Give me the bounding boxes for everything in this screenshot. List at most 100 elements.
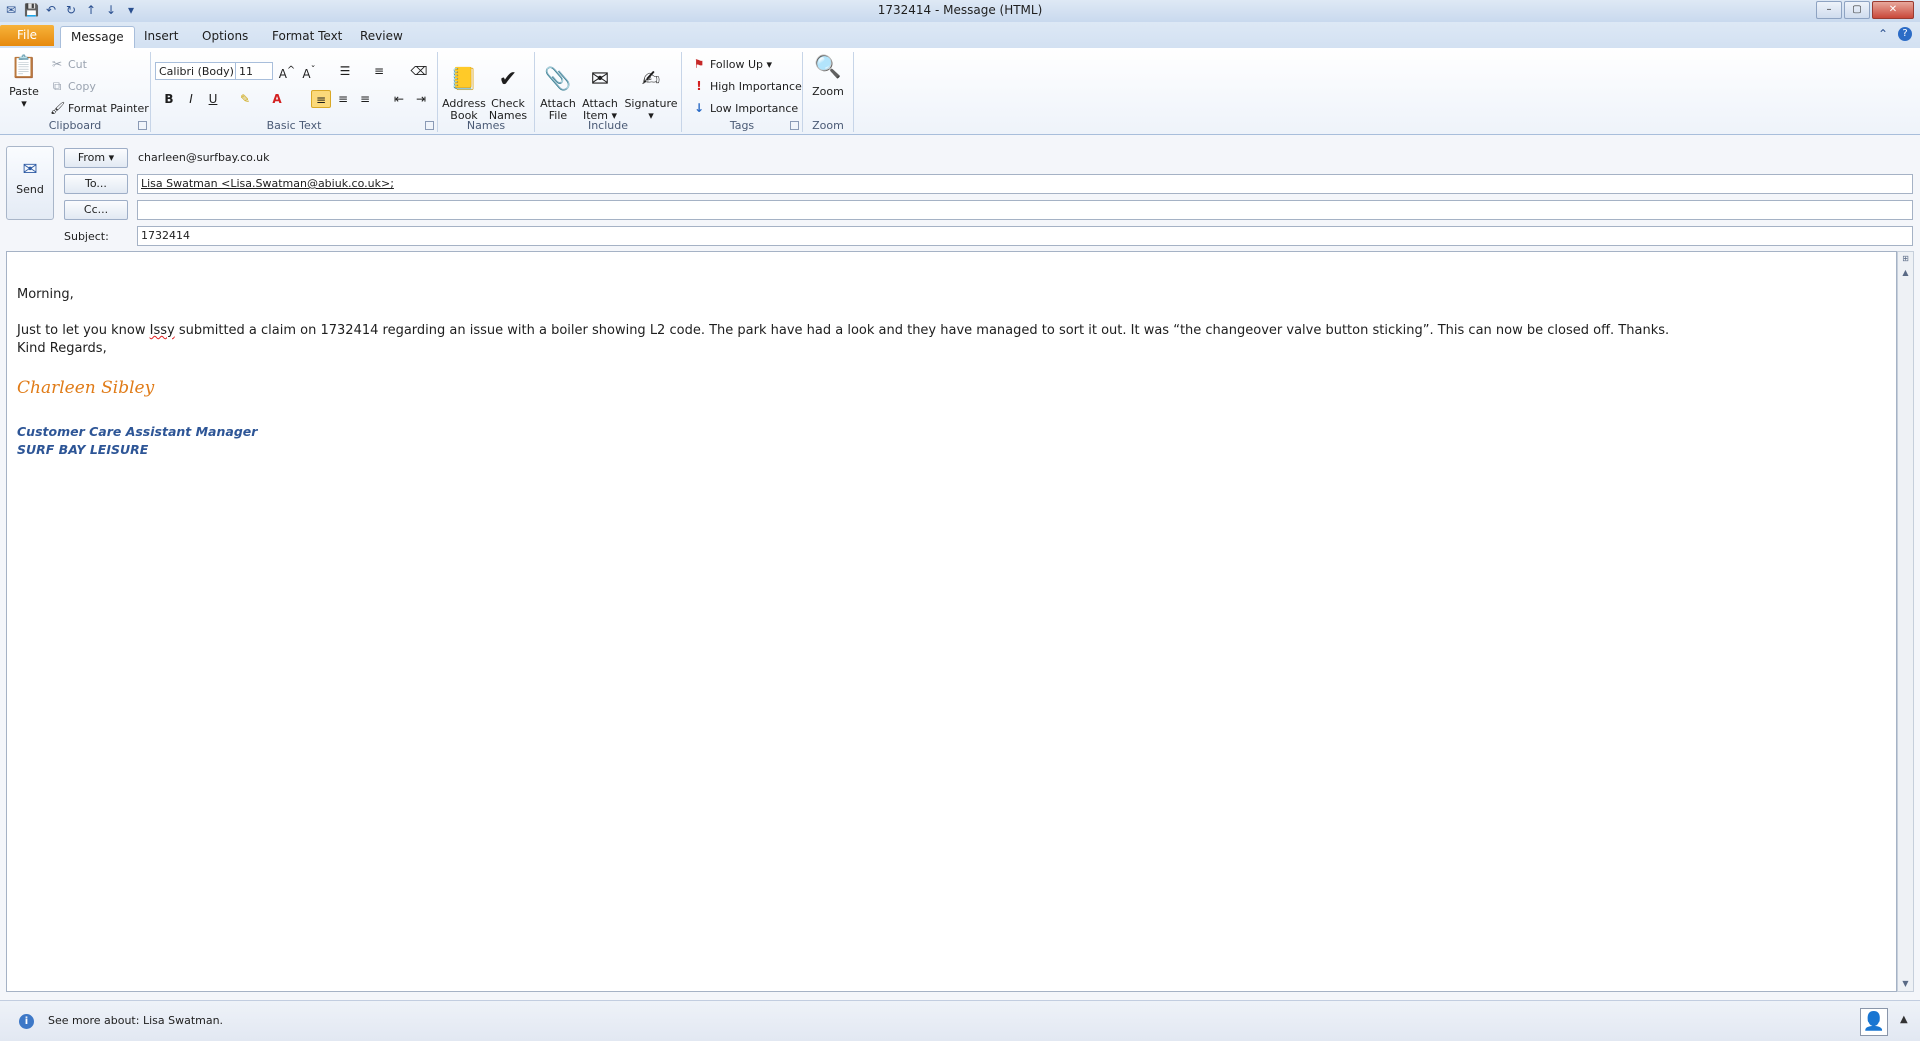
cc-field[interactable] [137, 200, 1913, 220]
group-names: 📒 Address Book ✔ Check Names Names [438, 52, 535, 132]
paintbrush-icon: 🖌 [50, 101, 66, 115]
close-button[interactable]: ✕ [1872, 1, 1914, 19]
font-name-dropdown[interactable]: Calibri (Body) [155, 62, 239, 80]
recipient-chip[interactable]: Lisa Swatman <Lisa.Swatman@abiuk.co.uk>; [141, 177, 394, 190]
group-label-names: Names [466, 119, 506, 132]
from-button[interactable]: From ▾ [64, 148, 128, 168]
group-label-zoom: Zoom [812, 119, 844, 132]
underline-button[interactable]: U [203, 90, 223, 108]
group-label-include: Include [587, 119, 629, 132]
maximize-button[interactable]: ▢ [1844, 1, 1870, 19]
info-icon: i [19, 1014, 34, 1029]
closing-text: Kind Regards, [17, 341, 107, 356]
address-book-button[interactable]: 📒 Address Book [442, 54, 486, 122]
italic-button[interactable]: I [181, 90, 201, 108]
message-body[interactable]: Morning, Just to let you know Issy submi… [6, 251, 1897, 992]
bullets-icon[interactable]: ☰ [335, 62, 355, 80]
minimize-ribbon-icon[interactable]: ⌃ [1878, 27, 1888, 41]
signature-name: Charleen Sibley [17, 378, 155, 398]
paperclip-icon: 📎 [544, 67, 572, 92]
scissors-icon: ✂ [51, 57, 63, 71]
highlight-icon[interactable]: ✎ [235, 90, 255, 108]
window-title: 1732414 - Message (HTML) [877, 3, 1043, 17]
copy-button[interactable]: ⧉ Copy [50, 78, 96, 94]
send-icon: ✉ [22, 159, 38, 180]
align-right-icon[interactable]: ≡ [355, 90, 375, 108]
minimize-button[interactable]: – [1816, 1, 1842, 19]
body-paragraph: Just to let you know Issy submitted a cl… [17, 323, 1670, 338]
tab-review[interactable]: Review [350, 26, 413, 46]
align-left-icon[interactable]: ≡ [311, 90, 331, 108]
paste-button[interactable]: 📋 Paste ▾ [6, 54, 42, 110]
signature-icon: ✍ [641, 67, 661, 92]
group-zoom: 🔍 Zoom Zoom [803, 52, 854, 132]
greeting-text: Morning, [17, 287, 74, 302]
ribbon: 📋 Paste ▾ ✂ Cut ⧉ Copy 🖌 Format Painter Clip… [0, 48, 1920, 135]
font-color-icon[interactable]: A [267, 90, 287, 108]
align-center-icon[interactable]: ≡ [333, 90, 353, 108]
copy-icon: ⧉ [52, 79, 62, 93]
address-book-icon: 📒 [450, 67, 478, 92]
dialog-launcher-icon[interactable] [425, 121, 434, 130]
from-value: charleen@surfbay.co.uk [138, 151, 270, 164]
clear-formatting-icon[interactable]: ⌫ [409, 62, 429, 80]
group-label-clipboard: Clipboard [48, 119, 102, 132]
people-pane-bar: i See more about: Lisa Swatman. 👤 ▲ [0, 1000, 1920, 1041]
send-button[interactable]: ✉ Send [6, 146, 54, 220]
tab-file[interactable]: File [0, 25, 54, 46]
subject-label: Subject: [64, 230, 109, 243]
down-arrow-icon: ↓ [693, 101, 705, 115]
high-importance-button[interactable]: ! High Importance [692, 78, 802, 94]
font-size-dropdown[interactable]: 11 [235, 62, 273, 80]
tab-format-text[interactable]: Format Text [262, 26, 352, 46]
ribbon-tabs: File Message Insert Options Format Text … [0, 22, 1920, 48]
follow-up-button[interactable]: ⚑ Follow Up ▾ [692, 56, 772, 72]
numbering-icon[interactable]: ≡ [369, 62, 389, 80]
group-label-tags: Tags [729, 119, 755, 132]
bold-button[interactable]: B [159, 90, 179, 108]
group-include: 📎 Attach File ✉ Attach Item ▾ ✍ Signature ▾… [535, 52, 682, 132]
grow-font-icon[interactable]: A^ [277, 62, 297, 81]
tab-options[interactable]: Options [192, 26, 258, 46]
ruler-toggle-icon[interactable]: ⊞ [1898, 252, 1913, 266]
title-bar: ✉ 💾 ↶ ↻ ↑ ↓ ▾ 1732414 - Message (HTML) –… [0, 0, 1920, 23]
dialog-launcher-icon[interactable] [138, 121, 147, 130]
format-painter-button[interactable]: 🖌 Format Painter [50, 100, 149, 116]
dialog-launcher-icon[interactable] [790, 121, 799, 130]
tab-insert[interactable]: Insert [134, 26, 188, 46]
subject-field[interactable]: 1732414 [137, 226, 1913, 246]
help-icon[interactable]: ? [1898, 27, 1912, 41]
group-label-basic-text: Basic Text [266, 119, 322, 132]
group-tags: ⚑ Follow Up ▾ ! High Importance ↓ Low Impor… [682, 52, 803, 132]
vertical-scrollbar[interactable]: ⊞ ▲ ▼ [1897, 251, 1914, 992]
person-icon[interactable]: 👤 [1860, 1008, 1888, 1036]
zoom-button[interactable]: 🔍 Zoom [807, 54, 849, 98]
envelope-icon: ✉ [590, 67, 610, 92]
group-basic-text: Calibri (Body) 11 A^ Aˇ ☰ ≡ ⌫ B I U ✎ A … [151, 52, 438, 132]
low-importance-button[interactable]: ↓ Low Importance [692, 100, 798, 116]
tab-message[interactable]: Message [60, 26, 135, 48]
signature-title: Customer Care Assistant Manager [17, 424, 258, 439]
check-names-button[interactable]: ✔ Check Names [486, 54, 530, 122]
group-clipboard: 📋 Paste ▾ ✂ Cut ⧉ Copy 🖌 Format Painter Clip… [0, 52, 151, 132]
misspelled-word[interactable]: Issy [150, 323, 175, 338]
scroll-up-icon[interactable]: ▲ [1898, 266, 1913, 280]
to-button[interactable]: To... [64, 174, 128, 194]
clipboard-icon: 📋 [10, 55, 38, 80]
attach-file-button[interactable]: 📎 Attach File [537, 54, 579, 122]
signature-button[interactable]: ✍ Signature ▾ [623, 54, 679, 122]
cc-button[interactable]: Cc... [64, 200, 128, 220]
attach-item-button[interactable]: ✉ Attach Item ▾ [579, 54, 621, 122]
decrease-indent-icon[interactable]: ⇤ [389, 90, 409, 108]
shrink-font-icon[interactable]: Aˇ [299, 62, 319, 81]
signature-company: SURF BAY LEISURE [17, 442, 149, 457]
exclamation-icon: ! [696, 79, 702, 93]
expand-pane-icon[interactable]: ▲ [1900, 1014, 1908, 1025]
to-field[interactable]: Lisa Swatman <Lisa.Swatman@abiuk.co.uk>; [137, 174, 1913, 194]
window-controls: – ▢ ✕ [1816, 1, 1914, 19]
scroll-down-icon[interactable]: ▼ [1898, 977, 1913, 991]
increase-indent-icon[interactable]: ⇥ [411, 90, 431, 108]
magnifier-icon: 🔍 [814, 55, 842, 80]
status-text[interactable]: See more about: Lisa Swatman. [48, 1014, 223, 1027]
cut-button[interactable]: ✂ Cut [50, 56, 87, 72]
